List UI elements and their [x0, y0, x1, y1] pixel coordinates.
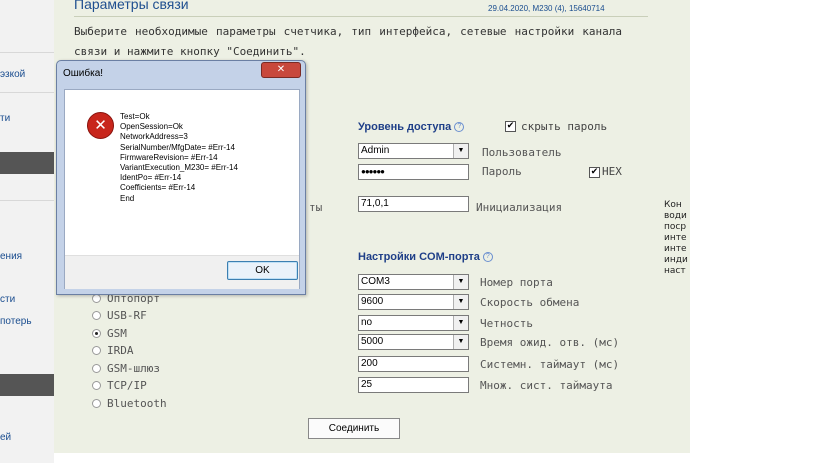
radio-label: Bluetooth [107, 397, 167, 410]
radio-button-selected[interactable] [92, 329, 101, 338]
connect-button[interactable]: Соединить [308, 418, 400, 439]
baud-label: Скорость обмена [480, 296, 580, 309]
sidebar-item[interactable]: эзкой [0, 69, 25, 80]
timeout-multiplier-label: Множ. сист. таймаута [480, 379, 613, 392]
sidebar-divider [0, 92, 54, 93]
radio-button[interactable] [92, 364, 101, 373]
init-label: Инициализация [476, 201, 563, 214]
port-label: Номер порта [480, 276, 553, 289]
chevron-down-icon[interactable]: ▼ [453, 275, 468, 289]
com-settings-heading: Настройки COM-порта? [358, 251, 493, 263]
sidebar-divider [0, 52, 54, 53]
radio-button[interactable] [92, 346, 101, 355]
error-line: OpenSession=Ok [120, 122, 183, 132]
access-level-heading: Уровень доступа? [358, 121, 465, 133]
user-select[interactable]: Admin ▼ [358, 143, 469, 159]
error-line: FirmwareRevision= #Err-14 [120, 152, 218, 162]
error-line: IdentPo= #Err-14 [120, 173, 182, 183]
sidebar-divider [0, 200, 54, 201]
radio-button[interactable] [92, 311, 101, 320]
radio-label: GSM [107, 327, 127, 340]
sidebar-item[interactable]: сти [0, 294, 15, 305]
parity-select[interactable]: no ▼ [358, 315, 469, 331]
left-sidebar: эзкой ти ения сти потерь ей [0, 0, 54, 463]
chevron-down-icon[interactable]: ▼ [453, 335, 468, 349]
sys-timeout-field[interactable]: 200 [358, 356, 469, 372]
hex-checkbox[interactable]: ✔ [589, 167, 600, 178]
page-description: Выберите необходимые параметры счетчика,… [74, 25, 622, 58]
user-select-value: Admin [361, 145, 390, 156]
password-field[interactable]: ●●●●●● [358, 164, 469, 180]
access-level-heading-label: Уровень доступа [358, 121, 452, 133]
dialog-title: Ошибка! [63, 68, 104, 79]
radio-interface-bluetooth[interactable]: Bluetooth [92, 397, 167, 410]
error-icon: ✕ [87, 112, 114, 139]
radio-interface-usb-rf[interactable]: USB-RF [92, 309, 147, 322]
hex-label: HEX [602, 165, 622, 178]
radio-button[interactable] [92, 399, 101, 408]
chevron-down-icon[interactable]: ▼ [453, 295, 468, 309]
sidebar-item[interactable]: ей [0, 432, 11, 443]
title-divider [74, 16, 648, 17]
meter-info: 29.04.2020, M230 (4), 15640714 [488, 4, 605, 13]
radio-interface-gsm-gateway[interactable]: GSM-шлюз [92, 362, 160, 375]
error-line: End [120, 193, 135, 203]
sidebar-item[interactable]: потерь [0, 316, 32, 327]
password-label: Пароль [482, 165, 522, 178]
baud-select[interactable]: 9600 ▼ [358, 294, 469, 310]
close-button[interactable]: ✕ [261, 62, 301, 78]
init-field[interactable]: 71,0,1 [358, 196, 469, 212]
error-dialog: Ошибка! ✕ ✕ Test=Ok OpenSession=Ok Netwo… [56, 60, 306, 295]
error-line: SerialNumber/MfgDate= #Err-14 [120, 142, 235, 152]
sys-timeout-label: Системн. таймаут (мс) [480, 358, 620, 371]
chevron-down-icon[interactable]: ▼ [453, 144, 468, 158]
sidebar-item[interactable]: ти [0, 113, 10, 124]
parity-label: Четность [480, 317, 533, 330]
error-line: Test=Ok [120, 112, 150, 121]
sidebar-item[interactable]: ения [0, 251, 22, 262]
radio-interface-gsm[interactable]: GSM [92, 327, 127, 340]
wait-label: Время ожид. отв. (мс) [480, 336, 620, 349]
wait-select[interactable]: 5000 ▼ [358, 334, 469, 350]
hide-password-checkbox[interactable]: ✔ [505, 121, 516, 132]
right-info-text: Кон води поср инте инте инди наст [664, 200, 688, 276]
help-circle-icon[interactable]: ? [482, 252, 493, 262]
radio-label: IRDA [107, 344, 134, 357]
radio-button[interactable] [92, 294, 101, 303]
sidebar-section-header [0, 374, 54, 396]
parity-select-value: no [361, 317, 373, 328]
error-message: Test=Ok OpenSession=Ok NetworkAddress=3 … [120, 112, 238, 204]
hide-password-label: скрыть пароль [521, 120, 608, 133]
network-address-label-fragment: ты [309, 201, 323, 214]
port-select-value: COM3 [361, 276, 390, 287]
radio-label: GSM-шлюз [107, 362, 160, 375]
radio-interface-irda[interactable]: IRDA [92, 344, 134, 357]
radio-label: TCP/IP [107, 379, 147, 392]
sidebar-section-header [0, 152, 54, 174]
error-line: NetworkAddress=3 [120, 132, 188, 142]
page-title: Параметры связи [74, 0, 189, 12]
error-line: Coefficients= #Err-14 [120, 183, 196, 193]
timeout-multiplier-field[interactable]: 25 [358, 377, 469, 393]
radio-button[interactable] [92, 381, 101, 390]
chevron-down-icon[interactable]: ▼ [453, 316, 468, 330]
baud-select-value: 9600 [361, 296, 384, 307]
user-label: Пользователь [482, 146, 562, 159]
wait-select-value: 5000 [361, 336, 384, 347]
radio-label: USB-RF [107, 309, 147, 322]
error-line: VariantExecution_M230= #Err-14 [120, 163, 238, 173]
dialog-body: ✕ Test=Ok OpenSession=Ok NetworkAddress=… [64, 89, 300, 289]
radio-interface-tcpip[interactable]: TCP/IP [92, 379, 147, 392]
main-panel-bottom [54, 453, 690, 463]
port-select[interactable]: COM3 ▼ [358, 274, 469, 290]
com-settings-heading-label: Настройки COM-порта [358, 251, 480, 263]
ok-button[interactable]: OK [227, 261, 298, 280]
help-circle-icon[interactable]: ? [454, 122, 465, 132]
